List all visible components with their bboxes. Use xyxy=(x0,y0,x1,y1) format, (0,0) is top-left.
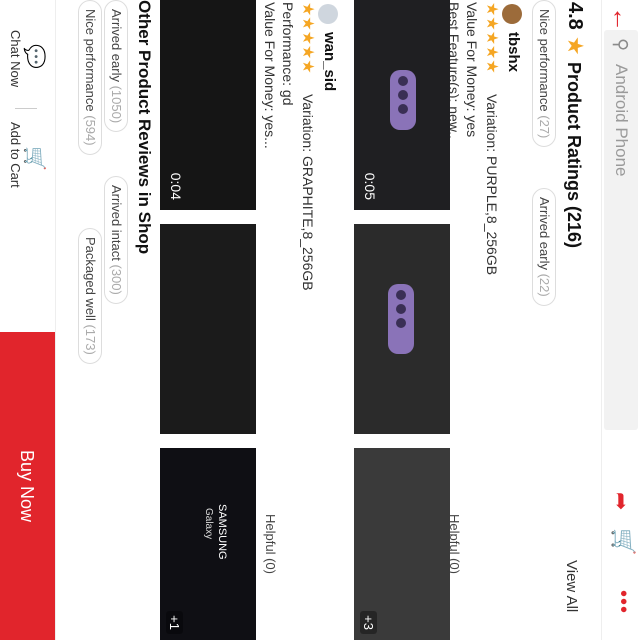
lens xyxy=(396,290,406,300)
search-placeholder: Android Phone xyxy=(612,64,631,177)
avatar xyxy=(502,4,522,24)
star-icon: ★ xyxy=(563,36,588,56)
more-photos-badge: +1 xyxy=(166,611,183,634)
search-input[interactable]: ⚲ Android Phone xyxy=(604,30,638,430)
buy-now-button[interactable]: Buy Now xyxy=(0,332,55,640)
photo-model-text: Galaxy xyxy=(203,508,214,540)
review-video-thumbnail[interactable]: 0:04 xyxy=(160,0,256,210)
review-photo[interactable]: +3 xyxy=(354,448,450,640)
lens xyxy=(398,104,408,114)
bottom-bar: 💬 Chat Now 🛒 Add to Cart Buy Now xyxy=(0,0,56,640)
add-to-cart-button[interactable]: Add to Cart xyxy=(8,122,23,188)
search-icon: ⚲ xyxy=(611,38,631,52)
tag-label: Nice performance xyxy=(537,9,552,112)
review-video-thumbnail[interactable]: 0:05 xyxy=(354,0,450,210)
tag-label: Nice performance xyxy=(83,9,98,112)
video-duration: 0:04 xyxy=(168,172,184,200)
tag-label: Arrived intact xyxy=(109,185,124,261)
tag-count: (300) xyxy=(109,264,124,295)
tag-label: Arrived early xyxy=(109,9,124,82)
rating-tag[interactable]: Arrived early (22) xyxy=(532,188,556,306)
lens xyxy=(396,318,406,328)
phone-camera-image xyxy=(390,70,416,130)
review-text-line: Value For Money: yes xyxy=(464,2,480,138)
add-to-cart-icon: 🛒 xyxy=(23,146,45,171)
tag-label: Arrived early xyxy=(537,197,552,270)
rating-score: 4.8 xyxy=(564,2,586,30)
ratings-title: Product Ratings (216) xyxy=(564,62,584,249)
review-photo[interactable] xyxy=(160,224,256,434)
shop-review-tag[interactable]: Packaged well (173) xyxy=(78,228,102,364)
rating-tags: Nice performance (27) Arrived early (22) xyxy=(532,0,556,640)
tag-count: (1050) xyxy=(109,85,124,124)
shop-review-tags-row: Arrived early (1050) Arrived intact (300… xyxy=(104,0,128,640)
helpful-button[interactable]: Helpful (0) xyxy=(263,514,278,574)
review-text-line: Performance: gd xyxy=(280,2,296,106)
shop-review-tags-row: Nice performance (594) Packaged well (17… xyxy=(78,0,102,640)
phone-camera-image xyxy=(388,284,414,354)
rating-tag[interactable]: Nice performance (27) xyxy=(532,0,556,148)
shop-review-tag[interactable]: Nice performance (594) xyxy=(78,0,102,155)
more-icon[interactable]: ••• xyxy=(610,590,634,620)
divider xyxy=(15,108,37,109)
app-screen: ← ⚲ Android Phone ➦ 🛒 ••• 4.8 ★ Product … xyxy=(0,0,640,640)
review-username: tbshx xyxy=(505,32,522,73)
review-stars: ★★★★★ xyxy=(299,2,316,74)
shop-review-tag[interactable]: Arrived early (1050) xyxy=(104,0,128,133)
more-photos-badge: +3 xyxy=(360,611,377,634)
tag-count: (594) xyxy=(83,115,98,146)
back-arrow-icon[interactable]: ← xyxy=(607,6,637,32)
cart-icon[interactable]: 🛒 xyxy=(608,528,636,556)
review-stars: ★★★★★ xyxy=(483,2,500,74)
tag-count: (22) xyxy=(537,273,552,297)
chat-icon: 💬 xyxy=(23,44,45,69)
top-bar: ← ⚲ Android Phone ➦ 🛒 ••• xyxy=(601,0,640,640)
tag-count: (173) xyxy=(83,324,98,355)
review-text-line: Value For Money: yes... xyxy=(262,2,278,149)
chat-now-button[interactable]: Chat Now xyxy=(8,30,23,87)
shop-reviews-title: Other Product Reviews in Shop xyxy=(135,0,154,255)
review-photo[interactable]: SAMSUNG Galaxy +1 xyxy=(160,448,256,640)
review-photo[interactable] xyxy=(354,224,450,434)
share-icon[interactable]: ➦ xyxy=(609,492,634,516)
tag-label: Packaged well xyxy=(83,237,98,321)
view-all-link[interactable]: View All xyxy=(563,560,580,612)
avatar xyxy=(318,4,338,24)
lens xyxy=(398,90,408,100)
photo-brand-text: SAMSUNG xyxy=(216,504,228,560)
review-variation: Variation: PURPLE,8_256GB xyxy=(484,94,500,276)
review-username: wan_sid xyxy=(321,32,338,92)
lens xyxy=(398,76,408,86)
shop-review-tag[interactable]: Arrived intact (300) xyxy=(104,176,128,304)
tag-count: (27) xyxy=(537,115,552,139)
review-variation: Variation: GRAPHITE,8_256GB xyxy=(300,94,316,291)
video-duration: 0:05 xyxy=(362,172,378,200)
lens xyxy=(396,304,406,314)
